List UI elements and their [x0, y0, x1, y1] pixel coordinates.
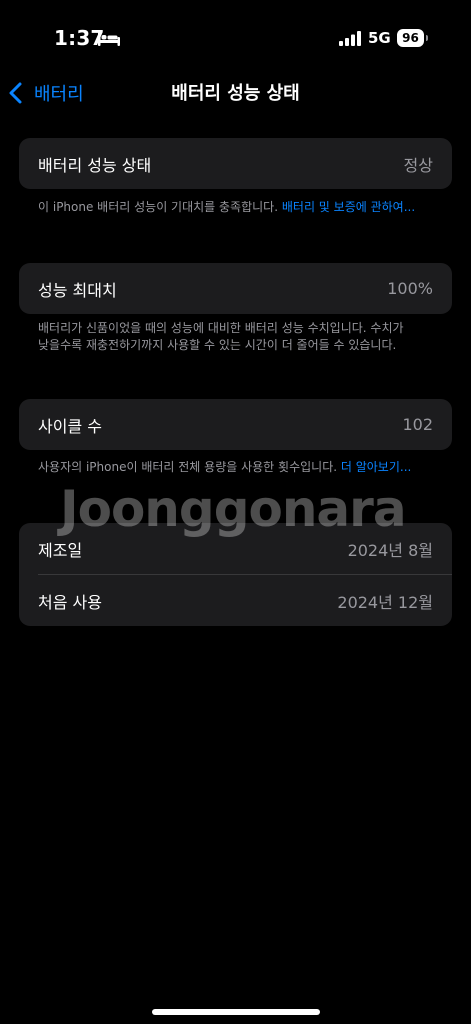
battery-icon: 96 — [397, 29, 429, 47]
battery-health-label: 배터리 성능 상태 — [38, 155, 152, 175]
battery-level-text: 96 — [402, 31, 419, 45]
battery-health-note-text: 이 iPhone 배터리 성능이 기대치를 충족합니다. — [38, 200, 282, 214]
back-button-label: 배터리 — [34, 84, 84, 105]
back-button[interactable]: 배터리 — [8, 78, 84, 108]
network-type-label: 5G — [368, 29, 391, 47]
bed-icon — [98, 32, 120, 46]
home-indicator[interactable] — [152, 1009, 320, 1015]
cycle-count-card: 사이클 수 102 — [19, 399, 452, 450]
manufacture-date-label: 제조일 — [38, 540, 83, 560]
cycle-count-note: 사용자의 iPhone이 배터리 전체 용량을 사용한 횟수입니다. 더 알아보… — [38, 459, 418, 476]
battery-health-card: 배터리 성능 상태 정상 — [19, 138, 452, 189]
battery-warranty-link[interactable]: 배터리 및 보증에 관하여... — [282, 200, 415, 214]
maximum-capacity-card: 성능 최대치 100% — [19, 263, 452, 314]
first-use-label: 처음 사용 — [38, 592, 102, 612]
battery-health-value: 정상 — [403, 155, 433, 175]
cycle-count-label: 사이클 수 — [38, 416, 102, 436]
cycle-count-value: 102 — [402, 415, 433, 434]
cycle-count-row: 사이클 수 102 — [19, 399, 452, 450]
maximum-capacity-note: 배터리가 신품이었을 때의 성능에 대비한 배터리 성능 수치입니다. 수치가 … — [38, 321, 404, 352]
maximum-capacity-row: 성능 최대치 100% — [19, 263, 452, 314]
chevron-left-icon — [9, 82, 22, 104]
manufacture-date-row: 제조일 2024년 8월 — [19, 523, 452, 574]
manufacture-info-card: 제조일 2024년 8월 처음 사용 2024년 12월 — [19, 523, 452, 626]
learn-more-link[interactable]: 더 알아보기... — [341, 460, 411, 474]
status-time: 1:37 — [54, 26, 105, 50]
first-use-row: 처음 사용 2024년 12월 — [19, 575, 452, 626]
first-use-value: 2024년 12월 — [337, 592, 433, 612]
cellular-signal-icon — [339, 31, 361, 46]
status-bar: 1:37 5G 96 — [0, 0, 471, 78]
battery-health-note: 이 iPhone 배터리 성능이 기대치를 충족합니다. 배터리 및 보증에 관… — [38, 199, 418, 216]
cycle-count-note-text: 사용자의 iPhone이 배터리 전체 용량을 사용한 횟수입니다. — [38, 460, 341, 474]
manufacture-date-value: 2024년 8월 — [347, 540, 433, 560]
maximum-capacity-value: 100% — [387, 279, 433, 298]
battery-health-row: 배터리 성능 상태 정상 — [19, 138, 452, 189]
maximum-capacity-label: 성능 최대치 — [38, 280, 117, 300]
